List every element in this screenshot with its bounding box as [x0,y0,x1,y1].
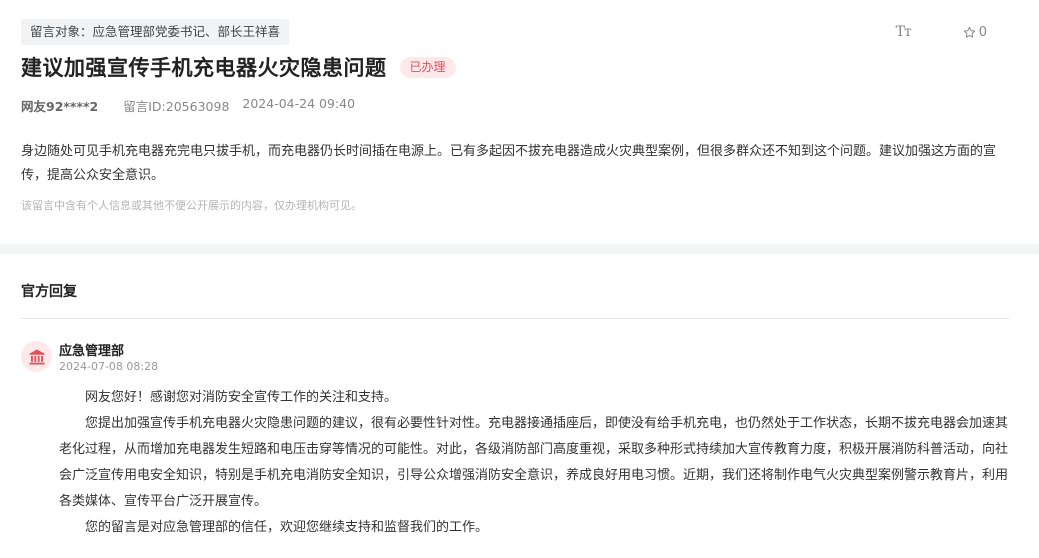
message-toolbar: Tт 0 [896,24,987,40]
star-icon [963,26,975,38]
message-id: 留言ID:20563098 [123,99,230,114]
font-size-icon[interactable]: Tт [896,24,912,40]
reply-paragraph: 您提出加强宣传手机充电器火灾隐患问题的建议，很有必要性针对性。充电器接通插座后，… [59,416,1009,509]
message-content: 身边随处可见手机充电器充完电只拔手机，而充电器仍长时间插在电源上。已有多起因不拔… [21,144,997,183]
title-row: 建议加强宣传手机充电器火灾隐患问题 已办理 [21,52,456,82]
reply-paragraph: 您的留言是对应急管理部的信任，欢迎您继续支持和监督我们的工作。 [85,520,489,535]
avatar [21,341,52,372]
reply-datetime: 2024-07-08 08:28 [59,360,159,373]
author-name: 网友92****2 [21,99,99,114]
reply-content: 网友您好！感谢您对消防安全宣传工作的关注和支持。 您提出加强宣传手机充电器火灾隐… [59,385,1011,541]
divider [21,318,1009,319]
reply-paragraph: 网友您好！感谢您对消防安全宣传工作的关注和支持。 [85,390,398,405]
status-badge: 已办理 [399,56,456,78]
privacy-note: 该留言中含有个人信息或其他不便公开展示的内容，仅办理机构可见。 [21,199,362,212]
reply-organization: 应急管理部 [59,344,125,359]
favorite-button[interactable]: 0 [963,25,987,40]
message-card: 留言对象：应急管理部党委书记、部长王祥喜 Tт 0 建议加强宣传手机充电器火灾隐… [0,0,1039,244]
message-datetime: 2024-04-24 09:40 [242,96,356,111]
message-meta: 网友92****2 留言ID:20563098 2024-04-24 09:40 [21,96,355,115]
government-building-icon [29,349,44,364]
favorite-count: 0 [978,24,987,40]
message-title: 建议加强宣传手机充电器火灾隐患问题 [21,56,387,80]
reply-section-title: 官方回复 [21,284,77,300]
message-target-tag: 留言对象：应急管理部党委书记、部长王祥喜 [21,19,290,45]
